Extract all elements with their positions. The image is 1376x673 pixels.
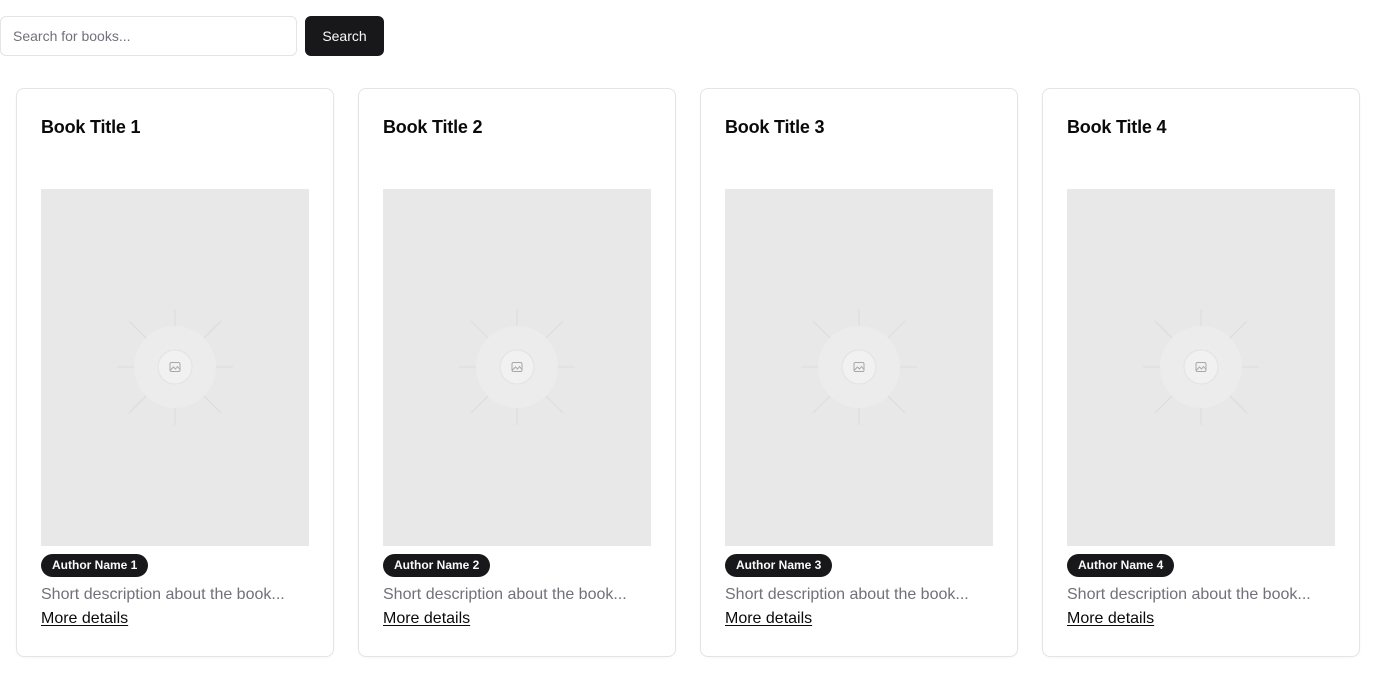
book-grid: Book Title 1 Author Name 1 Short descrip…: [16, 88, 1360, 657]
book-description: Short description about the book...: [1067, 586, 1311, 603]
book-card: Book Title 2 Author Name 2 Short descrip…: [358, 88, 676, 657]
image-placeholder-icon: [117, 309, 233, 425]
author-badge: Author Name 4: [1067, 554, 1175, 577]
more-details-link[interactable]: More details: [725, 610, 812, 628]
book-title: Book Title 3: [725, 117, 825, 137]
book-description: Short description about the book...: [41, 586, 285, 603]
book-title: Book Title 2: [383, 117, 483, 137]
book-description: Short description about the book...: [725, 586, 969, 603]
search-bar: Search: [0, 16, 384, 56]
author-badge: Author Name 2: [383, 554, 491, 577]
author-badge: Author Name 3: [725, 554, 833, 577]
image-placeholder-icon: [1143, 309, 1259, 425]
book-cover-placeholder: [1067, 189, 1335, 546]
book-cover-placeholder: [41, 189, 309, 546]
search-input[interactable]: [0, 16, 297, 56]
more-details-link[interactable]: More details: [41, 610, 128, 628]
book-description: Short description about the book...: [383, 586, 627, 603]
book-title: Book Title 1: [41, 117, 141, 137]
book-card: Book Title 3 Author Name 3 Short descrip…: [700, 88, 1018, 657]
book-title: Book Title 4: [1067, 117, 1167, 137]
book-card: Book Title 4 Author Name 4 Short descrip…: [1042, 88, 1360, 657]
more-details-link[interactable]: More details: [1067, 610, 1154, 628]
book-cover-placeholder: [725, 189, 993, 546]
more-details-link[interactable]: More details: [383, 610, 470, 628]
image-placeholder-icon: [459, 309, 575, 425]
book-cover-placeholder: [383, 189, 651, 546]
search-button[interactable]: Search: [305, 16, 384, 56]
book-card: Book Title 1 Author Name 1 Short descrip…: [16, 88, 334, 657]
image-placeholder-icon: [801, 309, 917, 425]
author-badge: Author Name 1: [41, 554, 149, 577]
